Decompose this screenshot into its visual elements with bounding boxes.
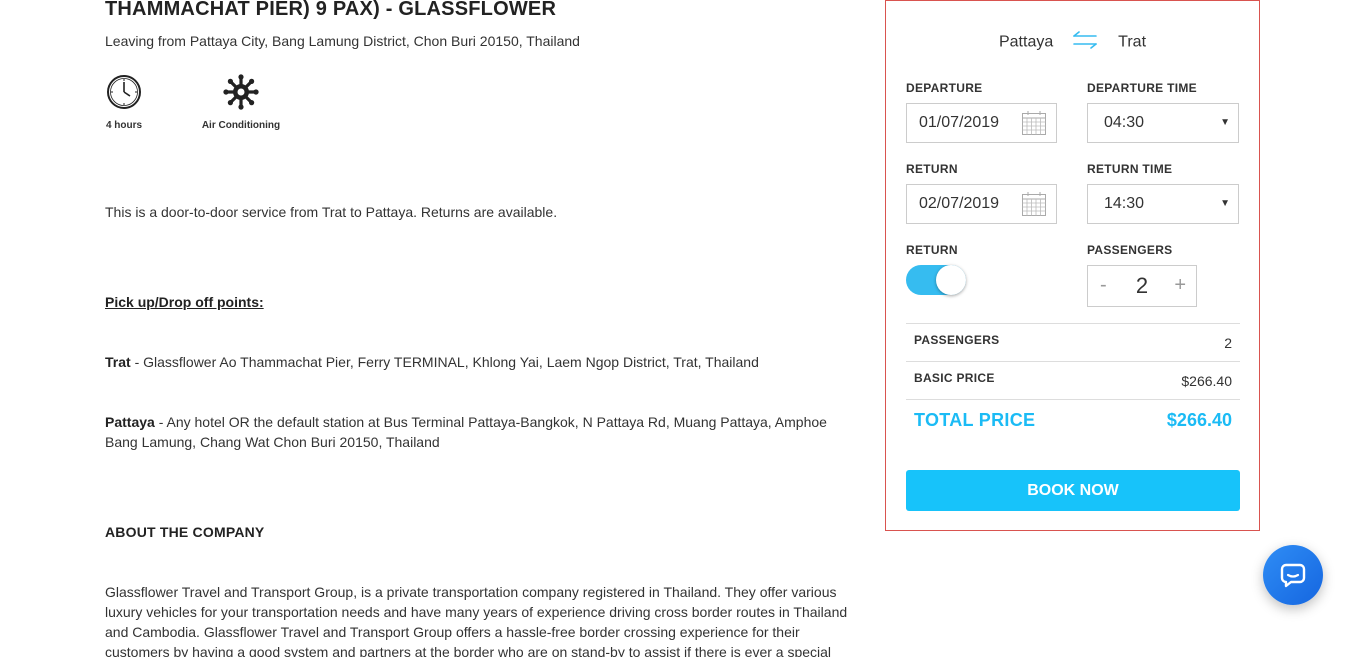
route-to[interactable]: Trat [1118,34,1146,51]
chevron-down-icon: ▼ [1220,117,1230,128]
summary-passengers-value: 2 [1224,335,1232,351]
return-date-input[interactable]: 02/07/2019 [906,184,1057,224]
pickup-point-place: Pattaya [105,414,155,430]
summary-basic-price-row: BASIC PRICE $266.40 [906,361,1240,399]
basic-price-value: $266.40 [1181,373,1232,389]
return-time-value: 14:30 [1104,195,1145,212]
return-toggle[interactable] [906,265,966,295]
pickup-point-pattaya: Pattaya - Any hotel OR the default stati… [105,412,840,452]
about-text: Glassflower Travel and Transport Group, … [105,584,848,657]
calendar-icon [1022,192,1046,216]
route-from[interactable]: Pattaya [999,34,1053,51]
pickup-heading: Pick up/Drop off points: [105,294,264,310]
feature-air-conditioning: Air Conditioning [201,74,281,131]
toggle-knob [936,265,966,295]
calendar-icon [1022,111,1046,135]
feature-duration-label: 4 hours [105,120,143,131]
summary-total-row: TOTAL PRICE $266.40 [906,399,1240,439]
total-price-value: $266.40 [1166,410,1232,430]
intro-text: This is a door-to-door service from Trat… [105,204,558,220]
page-title: THAMMACHAT PIER) 9 PAX) - GLASSFLOWER [105,0,557,20]
return-time-select[interactable]: 14:30 ▼ [1087,184,1239,224]
pickup-point-detail: - Any hotel OR the default station at Bu… [105,414,827,450]
passengers-label: PASSENGERS [1087,243,1173,257]
pickup-point-trat: Trat - Glassflower Ao Thammachat Pier, F… [105,352,855,372]
chat-bubble-icon [1280,563,1306,588]
passengers-stepper: - 2 + [1087,265,1197,307]
departure-time-value: 04:30 [1104,114,1145,131]
return-label: RETURN [906,162,958,176]
return-time-label: RETURN TIME [1087,162,1173,176]
chat-button[interactable] [1263,545,1323,605]
chevron-down-icon: ▼ [1220,198,1230,209]
departure-time-select[interactable]: 04:30 ▼ [1087,103,1239,143]
pickup-point-detail: - Glassflower Ao Thammachat Pier, Ferry … [130,354,759,370]
summary-passengers-label: PASSENGERS [914,333,1000,347]
departure-date-input[interactable]: 01/07/2019 [906,103,1057,143]
basic-price-label: BASIC PRICE [914,371,995,385]
book-now-button[interactable]: BOOK NOW [906,470,1240,511]
return-date-value: 02/07/2019 [919,195,1000,212]
summary-passengers-row: PASSENGERS 2 [906,323,1240,361]
feature-duration: 4 hours [105,74,143,131]
increase-passengers-button[interactable]: + [1174,274,1186,297]
about-heading: ABOUT THE COMPANY [105,524,265,540]
total-price-label: TOTAL PRICE [914,410,1036,430]
snowflake-icon [223,74,259,110]
departure-location: Leaving from Pattaya City, Bang Lamung D… [105,33,580,49]
swap-arrows-icon[interactable] [1072,31,1098,54]
feature-ac-label: Air Conditioning [201,120,281,131]
route-selector: Pattaya Trat [886,31,1259,54]
return-toggle-label: RETURN [906,243,958,257]
departure-time-label: DEPARTURE TIME [1087,81,1197,95]
departure-label: DEPARTURE [906,81,983,95]
clock-icon [107,75,141,109]
pickup-point-place: Trat [105,354,131,370]
booking-widget: Pattaya Trat DEPARTURE DEPARTURE TIME 01… [885,0,1260,531]
departure-date-value: 01/07/2019 [919,114,1000,131]
